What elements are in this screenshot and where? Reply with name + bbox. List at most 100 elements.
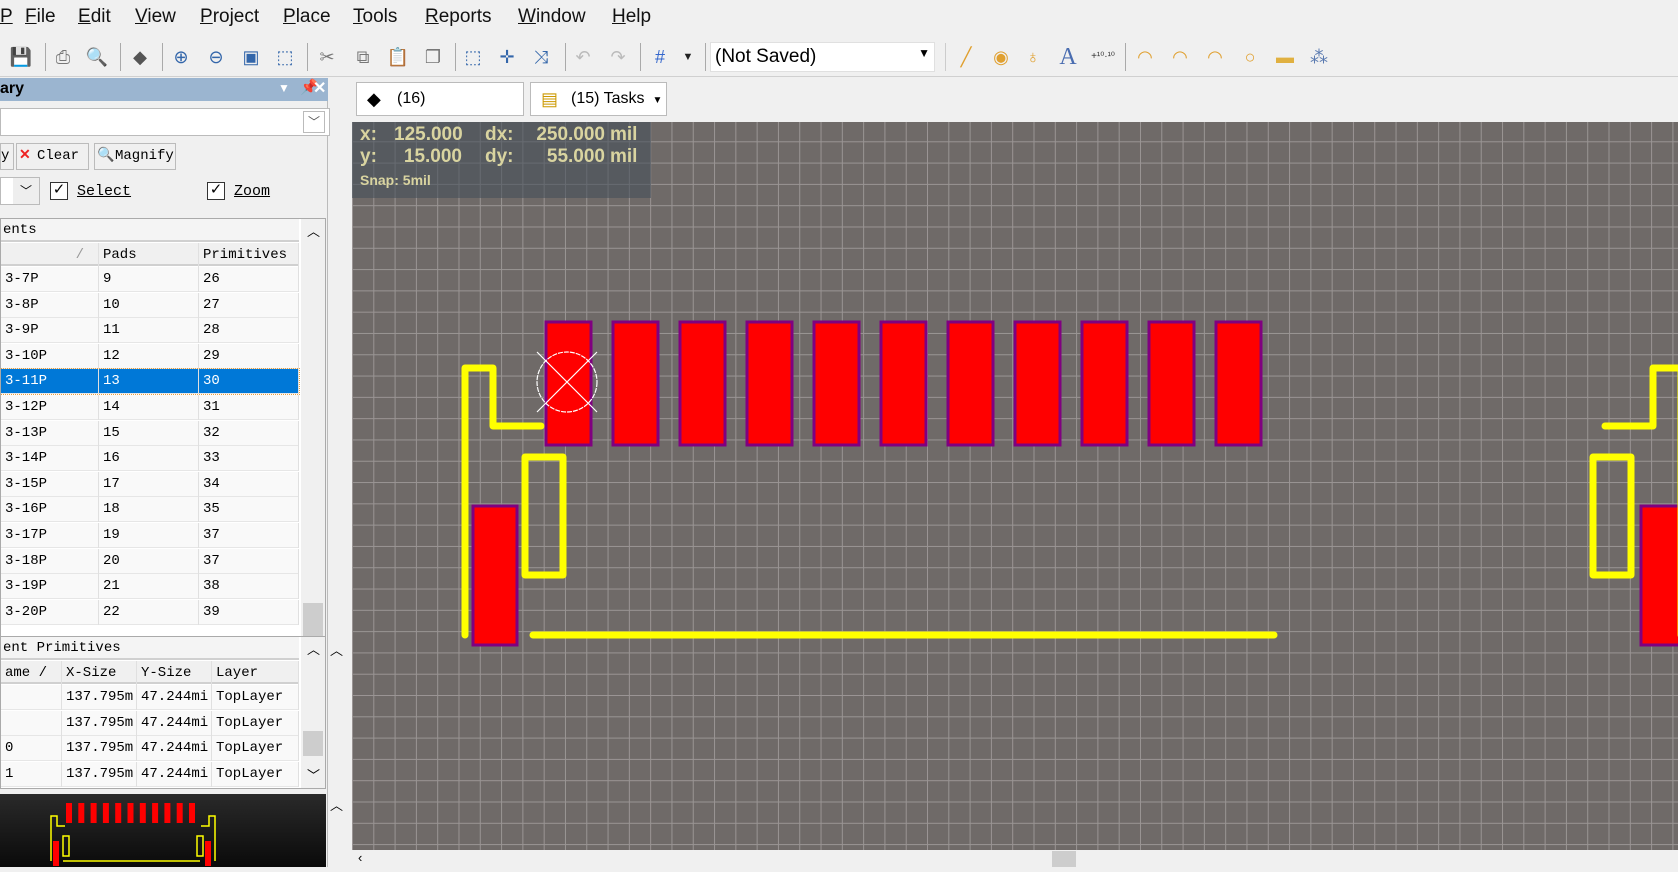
zoom-fit-icon[interactable]: ▣	[238, 44, 264, 70]
select-checkbox[interactable]: ✓ Select	[50, 182, 131, 200]
menu-help[interactable]: Help	[612, 6, 651, 28]
table-row[interactable]: 137.795m 47.244mi TopLayer	[1, 685, 299, 710]
mask-input[interactable]: ﹀	[0, 108, 330, 136]
column-name[interactable]: ame /	[1, 661, 62, 686]
menu-p[interactable]: P	[0, 6, 13, 28]
print-preview-icon[interactable]: 🔍	[84, 44, 110, 70]
column-y-size[interactable]: Y-Size	[137, 661, 212, 686]
chevron-up-icon[interactable]: ︿	[307, 221, 320, 240]
scroll-thumb[interactable]	[1052, 851, 1076, 867]
pad-9[interactable]	[1080, 320, 1129, 447]
close-icon[interactable]: ✕	[313, 78, 326, 98]
table-row[interactable]: 137.795m 47.244mi TopLayer	[1, 710, 299, 736]
table-row[interactable]: 3-13P 15 32	[1, 420, 299, 446]
menu-edit[interactable]: Edit	[78, 6, 111, 28]
table-row[interactable]: 3-15P 17 34	[1, 471, 299, 497]
pcb-canvas[interactable]	[352, 122, 1678, 850]
mount-pad-right[interactable]	[1639, 504, 1678, 647]
panel-menu-icon[interactable]: ▼	[278, 81, 290, 95]
horizontal-scrollbar[interactable]: ‹	[352, 850, 1678, 867]
pad-tool-icon[interactable]: ◉	[988, 44, 1014, 70]
tab-pcblib[interactable]: ◆(16) PH.PcbLib▼	[356, 82, 524, 139]
redo-icon[interactable]: ↷	[605, 44, 631, 70]
mount-pad-left[interactable]	[471, 504, 519, 647]
menu-reports[interactable]: Reports	[425, 6, 492, 28]
grid-dropdown-icon[interactable]: ▼	[675, 44, 701, 70]
chevron-up-icon[interactable]: ︿	[330, 795, 343, 814]
fill-icon[interactable]: ▬	[1272, 44, 1298, 70]
table-row[interactable]: 3-16P 18 35	[1, 497, 299, 523]
arc-any-icon[interactable]: ◠	[1202, 44, 1228, 70]
pad-8[interactable]	[1013, 320, 1062, 447]
pad-7[interactable]	[946, 320, 995, 447]
chevron-up-icon[interactable]: ︿	[307, 639, 320, 658]
chevron-down-icon[interactable]: ﹀	[307, 765, 320, 784]
scroll-thumb[interactable]	[303, 731, 323, 756]
menu-view[interactable]: View	[135, 6, 176, 28]
chevron-up-icon[interactable]: ︿	[330, 640, 343, 659]
magnify-button[interactable]: 🔍 Magnify	[94, 143, 176, 170]
table-row[interactable]: 3-10P 12 29	[1, 343, 299, 369]
copy-icon[interactable]: ⧉	[350, 44, 376, 70]
save-icon[interactable]: 💾	[8, 44, 34, 70]
table-row[interactable]: 0 137.795m 47.244mi TopLayer	[1, 736, 299, 762]
move-icon[interactable]: ✛	[494, 44, 520, 70]
primitives-scrollbar[interactable]: ︿ ﹀	[301, 637, 325, 788]
table-row[interactable]: 3-19P 21 38	[1, 574, 299, 600]
menu-file[interactable]: File	[25, 6, 56, 28]
table-row[interactable]: 3-11P 13 30	[1, 368, 300, 396]
arc-edge-icon[interactable]: ◠	[1167, 44, 1193, 70]
zoom-out-icon[interactable]: ⊖	[203, 44, 229, 70]
table-row[interactable]: 3-18P 20 37	[1, 548, 299, 574]
rubber-stamp-icon[interactable]: ❐	[420, 44, 446, 70]
tab-tasks[interactable]: ▤ (15) Tasks ▼	[530, 82, 667, 116]
filter-combo[interactable]: ﹀	[0, 177, 40, 205]
clear-button[interactable]: ✕ Clear	[16, 143, 89, 170]
table-row[interactable]: 3-9P 11 28	[1, 318, 299, 344]
config-combo[interactable]: (Not Saved) ▼	[710, 42, 935, 72]
arc-center-icon[interactable]: ◠	[1132, 44, 1158, 70]
pad-6[interactable]	[879, 320, 928, 447]
table-row[interactable]: 3-7P 9 26	[1, 267, 299, 292]
select-area-icon[interactable]: ⬚	[460, 44, 486, 70]
string-tool-icon[interactable]: A	[1055, 44, 1081, 70]
undo-icon[interactable]: ↶	[570, 44, 596, 70]
table-row[interactable]: 3-12P 14 31	[1, 395, 299, 420]
apply-button[interactable]: y	[0, 143, 14, 170]
array-paste-icon[interactable]: ⁂	[1306, 44, 1332, 70]
chevron-down-icon[interactable]: ﹀	[303, 111, 325, 133]
cut-icon[interactable]: ✂	[314, 44, 340, 70]
table-row[interactable]: 3-8P 10 27	[1, 292, 299, 318]
zoom-area-icon[interactable]: ⬚	[272, 44, 298, 70]
menu-project[interactable]: Project	[200, 6, 259, 28]
column-layer[interactable]: Layer	[212, 661, 299, 686]
pad-11[interactable]	[1214, 320, 1263, 447]
print-icon[interactable]: ⎙	[50, 44, 76, 70]
column-name[interactable]: /	[1, 243, 99, 268]
menu-tools[interactable]: Tools	[353, 6, 397, 28]
grid-icon[interactable]: #	[647, 44, 673, 70]
deselect-icon[interactable]: ⤨	[528, 44, 554, 70]
pad-3[interactable]	[678, 320, 727, 447]
via-tool-icon[interactable]: ♁	[1020, 44, 1046, 70]
column-pads[interactable]: Pads	[99, 243, 199, 268]
pad-2[interactable]	[611, 320, 660, 447]
pad-5[interactable]	[812, 320, 861, 447]
column-primitives[interactable]: Primitives	[199, 243, 299, 268]
line-tool-icon[interactable]: ╱	[953, 44, 979, 70]
components-scrollbar[interactable]: ︿ ﹀	[301, 219, 325, 704]
table-row[interactable]: 3-20P 22 39	[1, 599, 299, 625]
paste-icon[interactable]: 📋	[385, 44, 411, 70]
column-x-size[interactable]: X-Size	[62, 661, 137, 686]
menu-place[interactable]: Place	[283, 6, 331, 28]
pad-4[interactable]	[745, 320, 794, 447]
table-row[interactable]: 3-17P 19 37	[1, 523, 299, 548]
menu-window[interactable]: Window	[518, 6, 586, 28]
chevron-left-icon[interactable]: ‹	[358, 850, 362, 865]
full-circle-icon[interactable]: ○	[1237, 44, 1263, 70]
zoom-checkbox[interactable]: ✓ Zoom	[207, 182, 270, 200]
table-row[interactable]: 3-14P 16 33	[1, 446, 299, 472]
pad-10[interactable]	[1147, 320, 1196, 447]
zoom-in-icon[interactable]: ⊕	[168, 44, 194, 70]
table-row[interactable]: 1 137.795m 47.244mi TopLayer	[1, 761, 299, 787]
